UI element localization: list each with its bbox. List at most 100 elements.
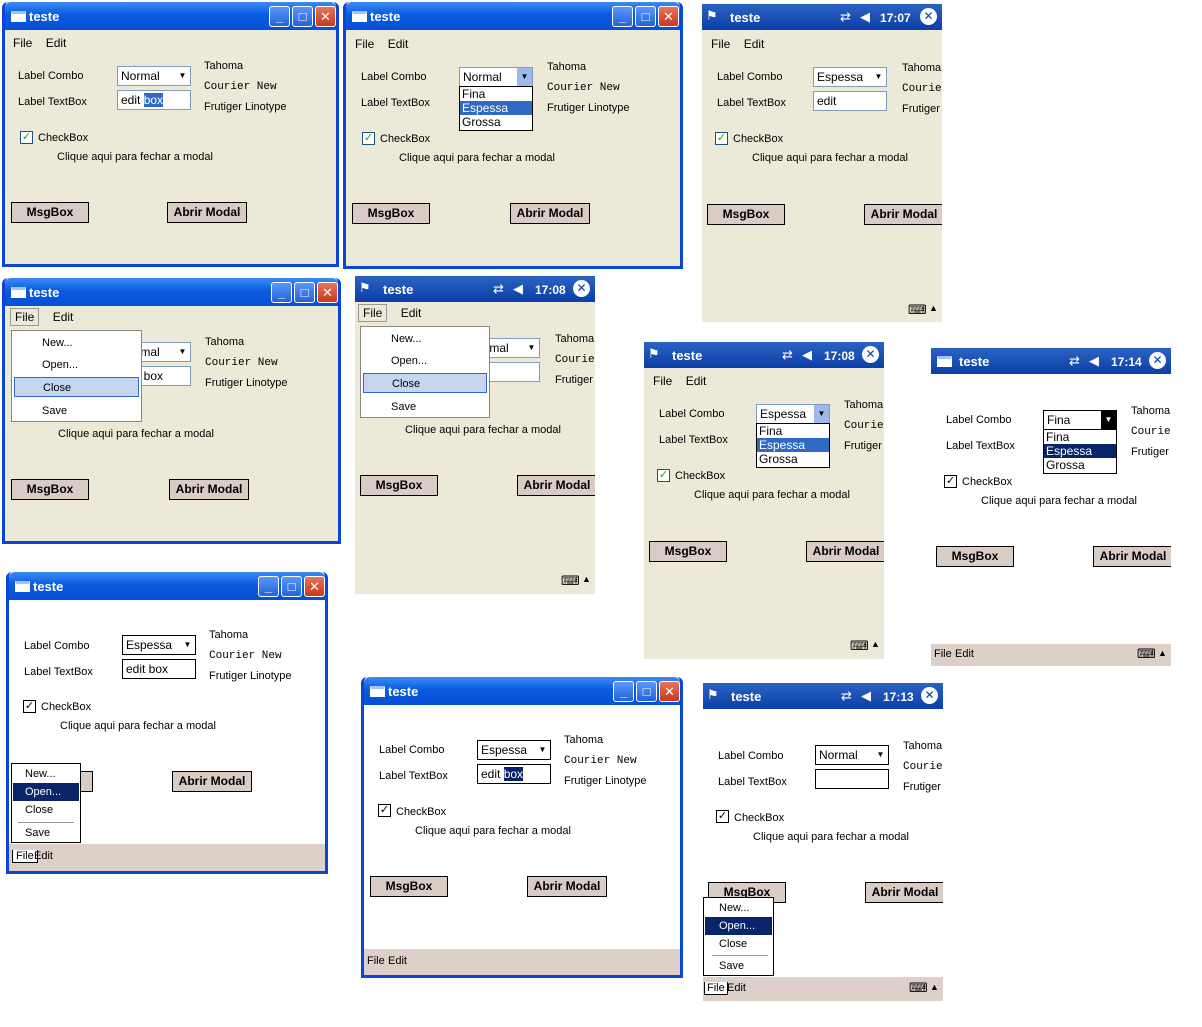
arrow-up-icon[interactable]: ▲	[582, 574, 591, 584]
signal-icon[interactable]: ⇄	[493, 281, 504, 297]
abrir-modal-button[interactable]: Abrir Modal	[865, 882, 943, 903]
close-button[interactable]: ✕	[658, 6, 679, 27]
abrir-modal-button[interactable]: Abrir Modal	[806, 541, 884, 562]
signal-icon[interactable]: ⇄	[1069, 353, 1080, 369]
close-modal-link[interactable]: Clique aqui para fechar a modal	[752, 152, 908, 164]
title-bar[interactable]: teste _ □ ✕	[5, 2, 336, 30]
chevron-down-icon[interactable]: ▼	[175, 67, 190, 85]
keyboard-icon[interactable]: ⌨	[850, 638, 869, 654]
font-weight-combo[interactable]: Espessa ▼	[477, 740, 551, 760]
menu-file[interactable]: File	[367, 955, 385, 967]
menu-item-save[interactable]: Save	[14, 401, 139, 421]
signal-icon[interactable]: ⇄	[841, 688, 852, 704]
chevron-down-icon[interactable]: ▼	[524, 339, 539, 357]
checkmark-icon[interactable]: ✓	[20, 131, 33, 144]
msgbox-button[interactable]: MsgBox	[11, 479, 89, 500]
edit-textbox[interactable]	[815, 769, 889, 789]
option-grossa[interactable]: Grossa	[757, 452, 829, 466]
close-circle-icon[interactable]: ✕	[921, 687, 938, 704]
checkmark-icon[interactable]: ✓	[362, 132, 375, 145]
menu-file[interactable]: File	[704, 982, 728, 995]
menu-item-new[interactable]: New...	[363, 329, 487, 349]
menu-item-open[interactable]: Open...	[705, 917, 772, 935]
title-bar[interactable]: teste _ □ ✕	[346, 2, 680, 30]
close-modal-link[interactable]: Clique aqui para fechar a modal	[60, 720, 216, 732]
clock[interactable]: 17:08	[535, 283, 566, 297]
windows-flag-icon[interactable]: ⚑	[707, 687, 719, 703]
menu-item-save[interactable]: Save	[13, 824, 79, 842]
title-bar[interactable]: teste _ □ ✕	[364, 677, 680, 705]
menu-item-new[interactable]: New...	[705, 899, 772, 917]
abrir-modal-button[interactable]: Abrir Modal	[864, 204, 942, 225]
chevron-down-icon[interactable]: ▼	[871, 68, 886, 86]
close-button[interactable]: ✕	[304, 576, 325, 597]
checkmark-icon[interactable]: ✓	[23, 700, 36, 713]
close-modal-link[interactable]: Clique aqui para fechar a modal	[57, 151, 213, 163]
maximize-button[interactable]: □	[294, 282, 315, 303]
menu-file[interactable]: File	[358, 304, 388, 322]
edit-textbox[interactable]: edit box	[117, 90, 191, 110]
title-bar[interactable]: teste _ □ ✕	[5, 278, 338, 306]
checkmark-icon[interactable]: ✓	[715, 132, 728, 145]
minimize-button[interactable]: _	[613, 681, 634, 702]
close-button[interactable]: ✕	[659, 681, 680, 702]
windows-flag-icon[interactable]: ⚑	[648, 346, 660, 362]
maximize-button[interactable]: □	[281, 576, 302, 597]
option-espessa[interactable]: Espessa	[460, 101, 532, 115]
windows-flag-icon[interactable]: ⚑	[359, 280, 371, 296]
checkmark-icon[interactable]: ✓	[944, 475, 957, 488]
menu-edit[interactable]: Edit	[955, 648, 974, 660]
keyboard-icon[interactable]: ⌨	[908, 302, 927, 318]
checkmark-icon[interactable]: ✓	[657, 469, 670, 482]
chevron-down-icon[interactable]: ▼	[873, 746, 888, 764]
menu-edit[interactable]: Edit	[686, 374, 707, 388]
clock[interactable]: 17:13	[883, 690, 914, 704]
keyboard-icon[interactable]: ⌨	[1137, 646, 1156, 662]
msgbox-button[interactable]: MsgBox	[707, 204, 785, 225]
font-weight-combo[interactable]: Espessa ▼	[756, 404, 830, 424]
chevron-down-icon[interactable]: ▼	[535, 741, 550, 759]
arrow-up-icon[interactable]: ▲	[929, 303, 938, 313]
close-button[interactable]: ✕	[317, 282, 338, 303]
windows-flag-icon[interactable]: ⚑	[706, 8, 718, 24]
menu-edit[interactable]: Edit	[401, 306, 422, 320]
close-circle-icon[interactable]: ✕	[1149, 352, 1166, 369]
title-bar[interactable]: teste _ □ ✕	[9, 572, 325, 600]
menu-item-close[interactable]: Close	[363, 373, 487, 393]
menu-file[interactable]: File	[10, 308, 40, 326]
close-modal-link[interactable]: Clique aqui para fechar a modal	[694, 489, 850, 501]
close-circle-icon[interactable]: ✕	[920, 8, 937, 25]
minimize-button[interactable]: _	[269, 6, 290, 27]
speaker-icon[interactable]: ◀	[1089, 353, 1099, 369]
menu-item-new[interactable]: New...	[13, 765, 79, 783]
option-espessa[interactable]: Espessa	[757, 438, 829, 452]
menu-edit[interactable]: Edit	[744, 37, 765, 51]
menu-file[interactable]: File	[13, 36, 32, 50]
abrir-modal-button[interactable]: Abrir Modal	[1093, 546, 1171, 567]
option-fina[interactable]: Fina	[757, 424, 829, 438]
keyboard-icon[interactable]: ⌨	[561, 573, 580, 589]
font-weight-combo[interactable]: Normal ▼	[117, 66, 191, 86]
menu-item-save[interactable]: Save	[705, 957, 772, 975]
minimize-button[interactable]: _	[271, 282, 292, 303]
edit-textbox[interactable]: edit box	[122, 659, 196, 679]
menu-item-close[interactable]: Close	[13, 801, 79, 819]
checkmark-icon[interactable]: ✓	[378, 804, 391, 817]
abrir-modal-button[interactable]: Abrir Modal	[167, 202, 247, 223]
abrir-modal-button[interactable]: Abrir Modal	[517, 475, 595, 496]
menu-item-new[interactable]: New...	[14, 333, 139, 353]
menu-file[interactable]: File	[711, 37, 730, 51]
menu-edit[interactable]: Edit	[727, 982, 746, 994]
menu-file[interactable]: File	[355, 37, 374, 51]
menu-item-open[interactable]: Open...	[13, 783, 79, 801]
menu-edit[interactable]: Edit	[388, 37, 409, 51]
menu-edit[interactable]: Edit	[34, 850, 53, 862]
minimize-button[interactable]: _	[258, 576, 279, 597]
abrir-modal-button[interactable]: Abrir Modal	[169, 479, 249, 500]
close-circle-icon[interactable]: ✕	[573, 280, 590, 297]
abrir-modal-button[interactable]: Abrir Modal	[527, 876, 607, 897]
checkmark-icon[interactable]: ✓	[716, 810, 729, 823]
maximize-button[interactable]: □	[636, 681, 657, 702]
msgbox-button[interactable]: MsgBox	[11, 202, 89, 223]
arrow-up-icon[interactable]: ▲	[1158, 648, 1167, 658]
